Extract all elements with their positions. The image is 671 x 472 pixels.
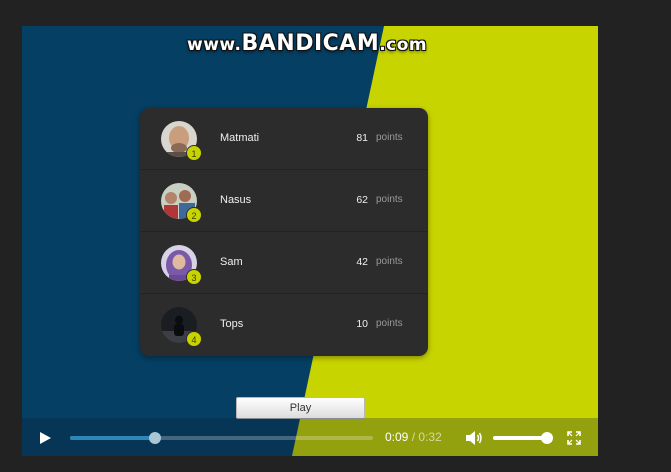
video-frame: www.BANDICAM.com 1 Matmati 81 points 2 N… [22, 26, 598, 456]
player-score: 42 [356, 256, 368, 268]
bandicam-watermark: www.BANDICAM.com [187, 31, 427, 56]
progress-handle[interactable] [148, 432, 161, 444]
duration: 0:32 [418, 430, 442, 444]
watermark-prefix: www. [187, 35, 242, 55]
volume-icon[interactable] [465, 430, 483, 446]
progress-fill [70, 436, 155, 440]
player-name: Matmati [220, 132, 260, 144]
volume-handle[interactable] [541, 432, 553, 444]
fullscreen-icon[interactable] [567, 431, 581, 445]
player-score: 62 [356, 194, 368, 206]
video-controls: 0:09 / 0:32 [22, 418, 598, 456]
play-icon[interactable] [38, 431, 52, 445]
score-unit: points [376, 194, 403, 205]
leaderboard-row: 2 Nasus 62 points [140, 170, 428, 232]
leaderboard-row: 4 Tops 10 points [140, 294, 428, 356]
player-name: Nasus [220, 194, 252, 206]
score-unit: points [376, 318, 403, 329]
time-display: 0:09 / 0:32 [385, 430, 442, 444]
rank-badge: 2 [186, 207, 202, 223]
current-time: 0:09 [385, 430, 409, 444]
leaderboard-row: 1 Matmati 81 points [140, 108, 428, 170]
score-unit: points [376, 132, 403, 143]
player-name: Tops [220, 318, 244, 330]
rank-badge: 1 [186, 145, 202, 161]
progress-track[interactable] [70, 432, 373, 444]
score-unit: points [376, 256, 403, 267]
time-separator: / [411, 430, 416, 444]
volume-slider[interactable] [493, 432, 553, 444]
watermark-brand: BANDICAM [241, 31, 380, 56]
rank-badge: 4 [186, 331, 202, 347]
leaderboard-row: 3 Sam 42 points [140, 232, 428, 294]
player-score: 81 [356, 132, 368, 144]
watermark-suffix: .com [379, 35, 428, 55]
rank-badge: 3 [186, 269, 202, 285]
volume-fill [493, 436, 547, 440]
player-name: Sam [220, 256, 243, 268]
play-button[interactable]: Play [236, 397, 365, 419]
leaderboard: 1 Matmati 81 points 2 Nasus 62 points 3 … [140, 108, 428, 356]
player-score: 10 [356, 318, 368, 330]
